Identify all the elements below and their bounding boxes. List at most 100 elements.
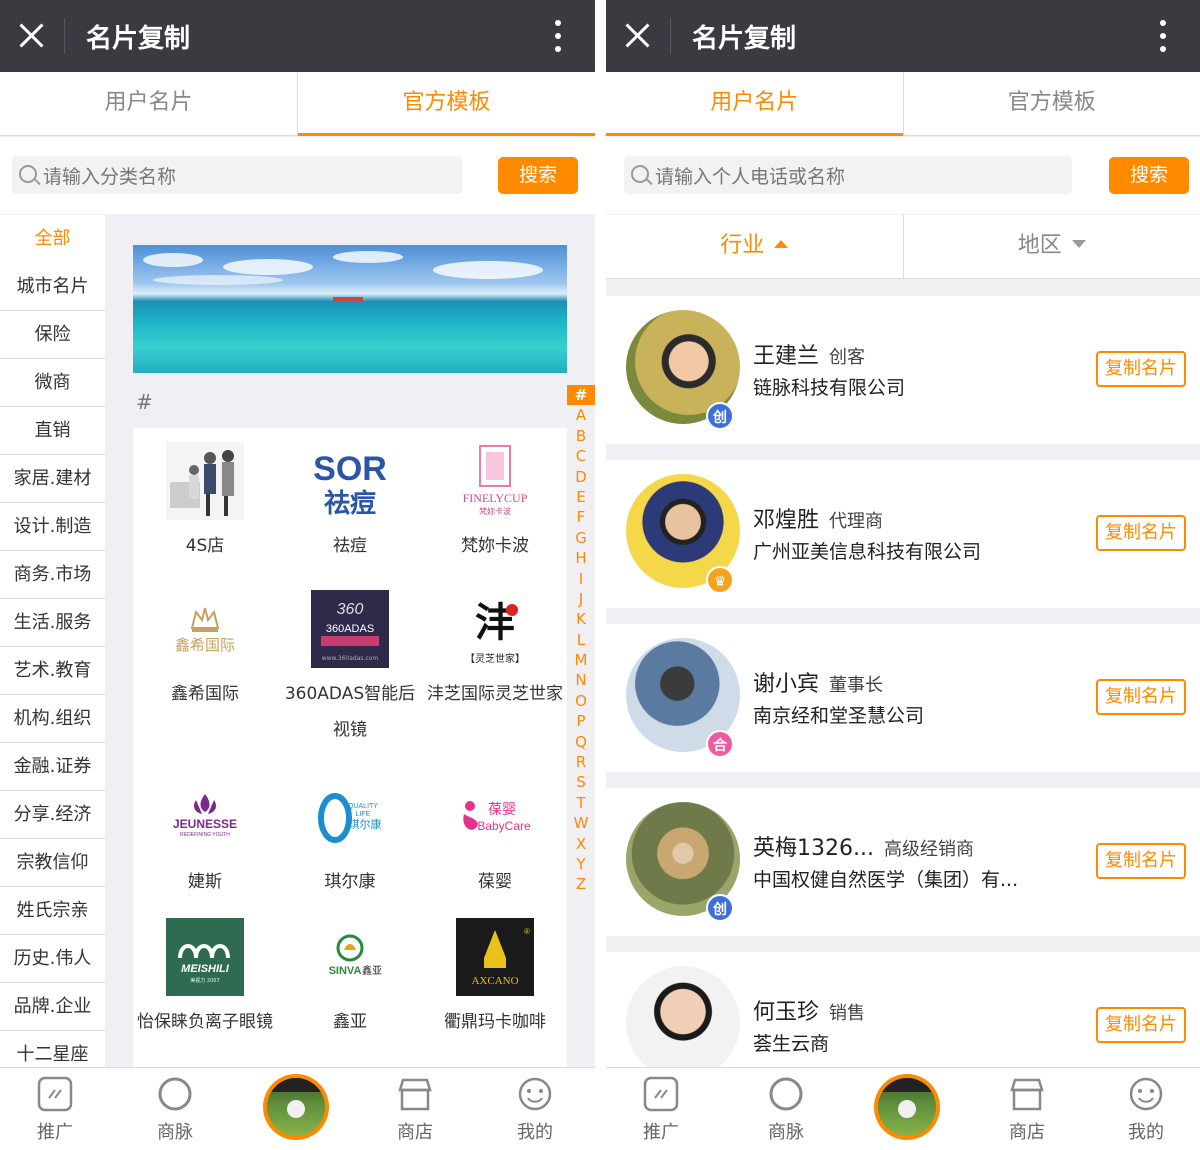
brand-item[interactable]: 鑫希国际 鑫希国际 [133,590,277,712]
category-list: 全部 城市名片 保险 微商 直销 家居.建材 设计.制造 商务.市场 生活.服务 艺术.教育 机构.… [0,215,105,1067]
alphabet-letter[interactable]: E [567,487,595,507]
alphabet-letter[interactable]: N [567,670,595,690]
category-item[interactable]: 直销 [0,407,105,455]
copy-card-button[interactable]: 复制名片 [1096,515,1186,551]
brand-item[interactable]: 4S店 [133,442,277,564]
copy-card-button[interactable]: 复制名片 [1096,843,1186,879]
tab-official-templates[interactable]: 官方模板 [297,72,595,136]
brand-logo [166,442,244,520]
close-icon[interactable] [18,22,44,48]
more-menu-icon[interactable] [1160,20,1166,52]
alphabet-letter[interactable]: P [567,711,595,731]
alphabet-letter[interactable]: C [567,446,595,466]
brand-item[interactable]: FINELYCUP 梵妳卡波 梵妳卡波 [423,442,567,564]
alphabet-letter[interactable]: Z [567,874,595,894]
alphabet-letter[interactable]: X [567,834,595,854]
brand-item[interactable]: 葆婴 BabyCare 葆婴 [423,778,567,900]
tab-official-templates[interactable]: 官方模板 [902,72,1200,135]
copy-card-button[interactable]: 复制名片 [1096,679,1186,715]
category-item[interactable]: 生活.服务 [0,599,105,647]
person-card[interactable]: 创 英梅1326... 高级经销商 中国权健自然医学（集团）有... 复制名片 [606,788,1200,936]
alphabet-letter[interactable]: F [567,507,595,527]
category-item[interactable]: 微商 [0,359,105,407]
svg-text:360ADAS: 360ADAS [326,623,374,635]
alphabet-letter[interactable]: H [567,548,595,568]
category-item[interactable]: 金融.证券 [0,743,105,791]
brand-item[interactable]: 沣【灵芝世家】 沣芝国际灵芝世家 [423,590,567,712]
person-card[interactable]: ♛ 邓煌胜 代理商 广州亚美信息科技有限公司 复制名片 [606,460,1200,608]
category-item[interactable]: 姓氏宗亲 [0,887,105,935]
category-item[interactable]: 城市名片 [0,263,105,311]
avatar [626,966,740,1080]
brand-item[interactable]: AXCANO ® 衢鼎玛卡咖啡 [423,918,567,1040]
close-icon[interactable] [624,22,650,48]
nav-network[interactable]: 商脉 [135,1076,215,1144]
alphabet-letter[interactable]: W [567,813,595,833]
alphabet-letter[interactable]: D [567,467,595,487]
category-item[interactable]: 机构.组织 [0,695,105,743]
nav-network[interactable]: 商脉 [746,1076,826,1144]
person-company: 南京经和堂圣慧公司 [753,705,925,727]
alphabet-letter[interactable]: O [567,691,595,711]
tab-user-cards[interactable]: 用户名片 [606,72,903,136]
copy-card-button[interactable]: 复制名片 [1096,351,1186,387]
alphabet-letter[interactable]: T [567,793,595,813]
alphabet-letter[interactable]: # [567,385,595,406]
person-name-line: 英梅1326... 高级经销商 [753,830,974,862]
search-button[interactable]: 搜索 [498,157,578,194]
brand-item[interactable]: 360 360ADAS www.360adas.com 360ADAS智能后视镜 [278,590,422,748]
alphabet-letter[interactable]: I [567,569,595,589]
brand-item[interactable]: SOR 祛痘 祛痘 [278,442,422,564]
nav-mine[interactable]: 我的 [495,1076,575,1144]
more-menu-icon[interactable] [555,20,561,52]
alphabet-index[interactable]: # A B C D E F G H I J K L M N O P Q R S T W X Y Z [567,385,595,895]
category-item[interactable]: 品牌.企业 [0,983,105,1031]
alphabet-letter[interactable]: K [567,609,595,629]
nav-shop[interactable]: 商店 [987,1076,1067,1144]
alphabet-letter[interactable]: M [567,650,595,670]
search-button[interactable]: 搜索 [1109,157,1189,194]
center-home-button[interactable] [874,1074,940,1140]
filter-region[interactable]: 地区 [902,215,1200,278]
alphabet-letter[interactable]: L [567,630,595,650]
category-item[interactable]: 宗教信仰 [0,839,105,887]
alphabet-letter[interactable]: Y [567,854,595,874]
category-item[interactable]: 全部 [0,215,105,263]
person-name: 谢小宾 [753,672,820,697]
nav-shop[interactable]: 商店 [375,1076,455,1144]
category-item[interactable]: 艺术.教育 [0,647,105,695]
filter-industry[interactable]: 行业 [606,215,903,278]
nav-promote[interactable]: 推广 [621,1076,701,1144]
category-item[interactable]: 家居.建材 [0,455,105,503]
alphabet-letter[interactable]: R [567,752,595,772]
search-input[interactable]: 请输入个人电话或名称 [624,156,1072,194]
nav-promote[interactable]: 推广 [15,1076,95,1144]
filter-bar: 行业 地区 [606,215,1200,279]
copy-card-button[interactable]: 复制名片 [1096,1007,1186,1043]
category-item[interactable]: 历史.伟人 [0,935,105,983]
banner-image[interactable] [133,245,567,373]
alphabet-letter[interactable]: S [567,772,595,792]
brand-item[interactable]: QUALITY LIFE 琪尔康 琪尔康 [278,778,422,900]
person-card[interactable]: 合 谢小宾 董事长 南京经和堂圣慧公司 复制名片 [606,624,1200,772]
tab-user-cards[interactable]: 用户名片 [0,72,297,135]
brand-item[interactable]: MEISHILI 美视力 2007 怡保睐负离子眼镜 [133,918,277,1040]
category-item[interactable]: 十二星座 [0,1031,105,1067]
brand-logo: 360 360ADAS www.360adas.com [311,590,389,668]
category-item[interactable]: 设计.制造 [0,503,105,551]
alphabet-letter[interactable]: A [567,405,595,425]
alphabet-letter[interactable]: J [567,589,595,609]
alphabet-letter[interactable]: B [567,426,595,446]
category-item[interactable]: 保险 [0,311,105,359]
person-card[interactable]: 创 王建兰 创客 链脉科技有限公司 复制名片 [606,296,1200,444]
center-home-button[interactable] [263,1074,329,1140]
alphabet-letter[interactable]: G [567,528,595,548]
nav-mine[interactable]: 我的 [1106,1076,1186,1144]
brand-item[interactable]: JEUNESSE REDEFINING YOUTH 婕斯 [133,778,277,900]
brand-logo: SINVA 鑫亚 [311,918,389,996]
alphabet-letter[interactable]: Q [567,732,595,752]
category-item[interactable]: 商务.市场 [0,551,105,599]
search-input[interactable]: 请输入分类名称 [12,156,462,194]
category-item[interactable]: 分享.经济 [0,791,105,839]
brand-item[interactable]: SINVA 鑫亚 鑫亚 [278,918,422,1040]
